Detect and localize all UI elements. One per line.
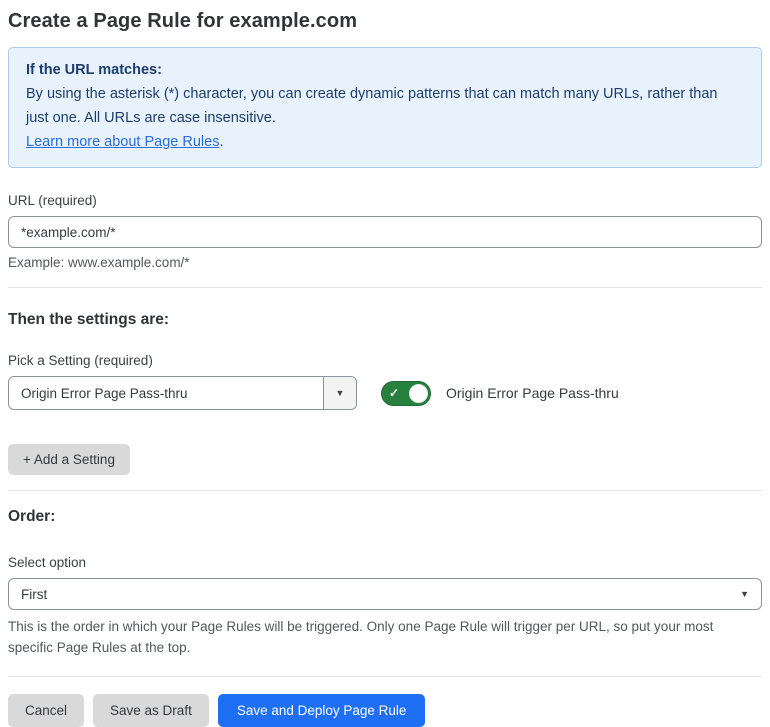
learn-more-link[interactable]: Learn more about Page Rules bbox=[26, 134, 219, 150]
setting-picker-dropdown[interactable]: Origin Error Page Pass-thru ▼ bbox=[8, 376, 357, 410]
save-deploy-button[interactable]: Save and Deploy Page Rule bbox=[217, 694, 426, 727]
url-input[interactable] bbox=[8, 216, 762, 248]
url-match-info-box: If the URL matches: By using the asteris… bbox=[8, 47, 762, 168]
add-setting-button[interactable]: + Add a Setting bbox=[8, 444, 130, 475]
info-box-heading: If the URL matches: bbox=[26, 62, 162, 78]
chevron-down-icon: ▼ bbox=[335, 387, 345, 398]
order-helper-text: This is the order in which your Page Rul… bbox=[8, 619, 714, 655]
origin-error-toggle[interactable]: ✓ bbox=[381, 380, 431, 406]
url-example-helper: Example: www.example.com/* bbox=[8, 255, 190, 270]
divider bbox=[8, 676, 762, 677]
divider bbox=[8, 490, 762, 491]
divider bbox=[8, 287, 762, 288]
check-icon: ✓ bbox=[389, 386, 400, 400]
footer-actions: Cancel Save as Draft Save and Deploy Pag… bbox=[8, 694, 762, 727]
setting-picker-label: Pick a Setting (required) bbox=[8, 353, 153, 368]
order-select-value: First bbox=[21, 586, 48, 602]
cancel-button[interactable]: Cancel bbox=[8, 694, 85, 727]
toggle-label: Origin Error Page Pass-thru bbox=[446, 385, 619, 401]
page-title: Create a Page Rule for example.com bbox=[8, 10, 358, 32]
toggle-knob bbox=[409, 383, 428, 403]
save-draft-button[interactable]: Save as Draft bbox=[93, 694, 209, 727]
info-box-body: By using the asterisk (*) character, you… bbox=[26, 86, 718, 126]
url-field-label: URL (required) bbox=[8, 193, 97, 208]
setting-picker-arrow-button[interactable]: ▼ bbox=[323, 377, 356, 409]
link-period: . bbox=[219, 134, 224, 150]
settings-section-heading: Then the settings are: bbox=[8, 311, 170, 328]
chevron-down-icon: ▼ bbox=[740, 588, 749, 599]
info-box-link-line: Learn more about Page Rules. bbox=[26, 130, 744, 154]
order-section-heading: Order: bbox=[8, 508, 56, 525]
setting-picker-value: Origin Error Page Pass-thru bbox=[21, 385, 188, 401]
order-select-dropdown[interactable]: First ▼ bbox=[8, 578, 762, 610]
order-select-label: Select option bbox=[8, 555, 87, 570]
setting-row: Origin Error Page Pass-thru ▼ ✓ Origin E… bbox=[8, 376, 762, 410]
